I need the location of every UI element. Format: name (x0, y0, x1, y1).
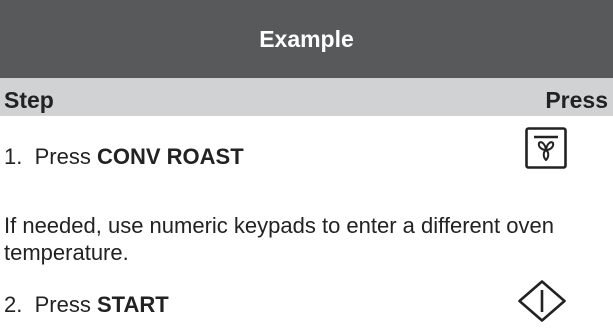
table-title-bar: Example (0, 0, 613, 78)
step-2-prefix: Press (34, 292, 91, 317)
step-2-key-name: START (96, 292, 169, 317)
table-title: Example (259, 25, 354, 52)
conv-roast-key-icon (525, 127, 567, 169)
press-column-header: Press (545, 87, 608, 113)
step-1-key-name: CONV ROAST (96, 144, 244, 169)
step-column-header: Step (4, 87, 54, 113)
step-1-number: 1. (4, 144, 23, 169)
step-1-instruction: 1. Press CONV ROAST (4, 144, 244, 170)
start-key-icon (518, 280, 566, 322)
table-header-row: Step Press (0, 78, 613, 116)
step-2-instruction: 2. Press START (4, 292, 169, 318)
step-2-number: 2. (4, 292, 23, 317)
step-1-prefix: Press (34, 144, 91, 169)
temperature-note: If needed, use numeric keypads to enter … (4, 213, 554, 265)
